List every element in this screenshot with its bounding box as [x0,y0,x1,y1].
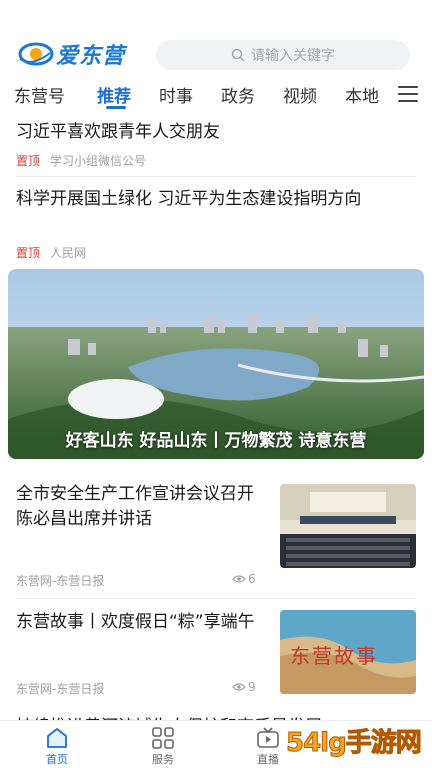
eye-icon [232,575,246,583]
tabbar-home-label: 首页 [46,753,68,766]
pinned-badge: 置顶 [16,154,41,168]
search-icon [231,48,245,62]
tab-dongying-hao[interactable]: 东营号 [14,82,65,107]
grid-icon [152,727,174,749]
tv-icon [257,727,279,748]
tabbar-services[interactable]: 服务 [133,727,193,767]
meeting-image [280,484,416,568]
pinned-badge: 置顶 [16,246,41,260]
menu-icon[interactable] [398,86,418,102]
divider [16,598,416,599]
view-count: 6 [232,572,256,586]
divider [16,176,416,177]
tab-local[interactable]: 本地 [345,82,379,107]
news-feed: 习近平喜欢跟青年人交朋友 置顶 学习小组微信公号 科学开展国土绿化 习近平为生态… [0,114,432,720]
news-source: 学习小组微信公号 [50,154,147,168]
news-source: 人民网 [50,246,87,260]
watermark-text: 54lg手游网 [286,728,423,759]
thumbnail-text: 东营故事 [290,644,378,668]
tab-current-affairs[interactable]: 时事 [159,82,193,107]
news-source: 东营网-东营日报 [16,574,105,588]
app-logo: 爱东营 [18,38,125,70]
active-tab-indicator [106,106,126,109]
news-title[interactable]: 东营故事丨欢度假日“粽”享端午 [16,610,262,635]
news-title[interactable]: 科学开展国土绿化 习近平为生态建设指明方向 [16,187,416,211]
news-title[interactable]: 持续推进黄河流域生态保护和高质量发展 [16,712,322,720]
meeting-thumbnail[interactable] [280,484,416,568]
view-count: 9 [232,680,256,694]
app-header: 爱东营 请输入关键字 [0,0,432,76]
hero-banner[interactable]: 好客山东 好品山东丨万物繁茂 诗意东营 [8,269,424,459]
tab-government[interactable]: 政务 [221,82,255,107]
search-placeholder: 请输入关键字 [251,48,335,64]
hero-caption: 好客山东 好品山东丨万物繁茂 诗意东营 [65,431,367,451]
tab-video[interactable]: 视频 [283,82,317,107]
home-icon [47,728,67,748]
view-count-value: 6 [248,572,256,586]
tabbar-live-label: 直播 [257,753,279,766]
news-source: 东营网-东营日报 [16,682,105,696]
eye-icon [232,683,246,691]
search-input[interactable]: 请输入关键字 [156,40,410,70]
logo-mark-icon [18,41,54,67]
view-count-value: 9 [248,680,256,694]
tabbar-services-label: 服务 [152,753,174,766]
tabbar-home[interactable]: 首页 [27,727,87,767]
news-title[interactable]: 全市安全生产工作宣讲会议召开 陈必昌出席并讲话 [16,482,262,532]
news-meta: 置顶 人民网 [16,244,86,261]
category-tabs: 东营号 推荐 时事 政务 视频 本地 [0,76,432,114]
news-meta: 置顶 学习小组微信公号 [16,152,146,169]
logo-text: 爱东营 [56,44,126,69]
site-watermark: 54lg手游网 [282,714,432,768]
news-title[interactable]: 习近平喜欢跟青年人交朋友 [16,120,416,144]
story-thumbnail[interactable]: 东营故事 [280,610,416,694]
tab-recommend[interactable]: 推荐 [97,82,131,107]
